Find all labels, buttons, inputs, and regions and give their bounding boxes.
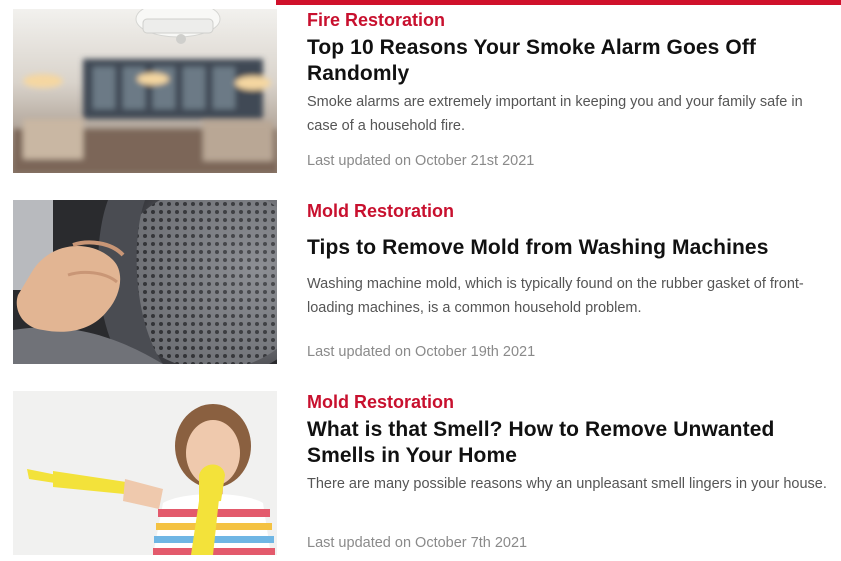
article-title[interactable]: What is that Smell? How to Remove Unwant… [307, 417, 827, 469]
article-thumbnail-washing-machine[interactable] [13, 200, 277, 364]
top-accent-bar [276, 0, 841, 5]
article-excerpt: Smoke alarms are extremely important in … [307, 94, 803, 134]
article-updated-date: Last updated on October 19th 2021 [307, 344, 536, 360]
article-excerpt: Washing machine mold, which is typically… [307, 276, 804, 316]
article-thumbnail-smell[interactable] [13, 391, 277, 555]
article-title[interactable]: Top 10 Reasons Your Smoke Alarm Goes Off… [307, 35, 827, 87]
smoke-alarm-image [13, 9, 277, 173]
washing-machine-image [13, 200, 277, 364]
article-thumbnail-smoke-alarm[interactable] [13, 9, 277, 173]
article-title[interactable]: Tips to Remove Mold from Washing Machine… [307, 235, 827, 261]
article-updated-date: Last updated on October 7th 2021 [307, 535, 528, 551]
article-category[interactable]: Fire Restoration [307, 10, 445, 31]
article-category[interactable]: Mold Restoration [307, 392, 454, 413]
article-card: Mold Restoration Tips to Remove Mold fro… [13, 200, 841, 370]
article-card: Mold Restoration What is that Smell? How… [13, 391, 841, 561]
woman-holding-nose-image [13, 391, 277, 555]
article-excerpt: There are many possible reasons why an u… [307, 476, 827, 492]
article-category[interactable]: Mold Restoration [307, 201, 454, 222]
article-card: Fire Restoration Top 10 Reasons Your Smo… [13, 9, 841, 179]
article-updated-date: Last updated on October 21st 2021 [307, 153, 535, 169]
